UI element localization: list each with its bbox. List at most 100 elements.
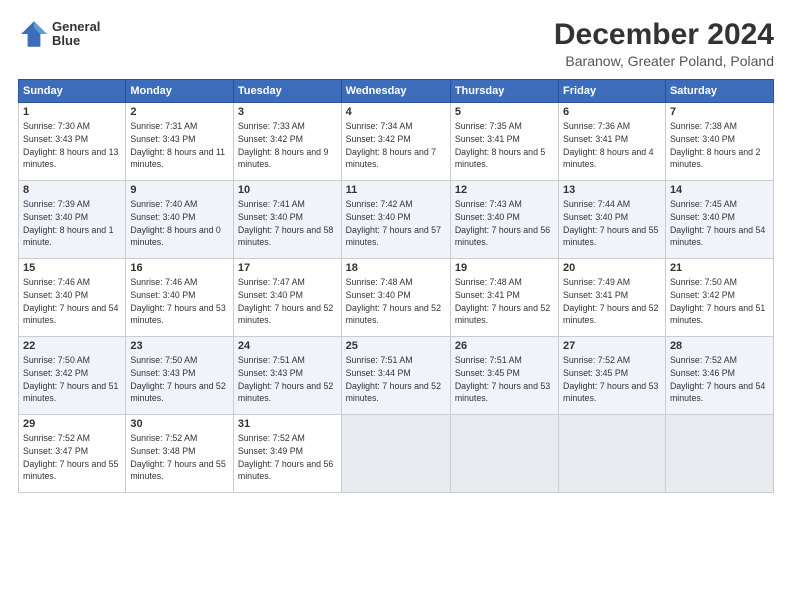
calendar-cell: 1 Sunrise: 7:30 AMSunset: 3:43 PMDayligh… [19,103,126,181]
day-info: Sunrise: 7:43 AMSunset: 3:40 PMDaylight:… [455,199,550,247]
day-info: Sunrise: 7:52 AMSunset: 3:47 PMDaylight:… [23,433,118,481]
calendar-header-row: SundayMondayTuesdayWednesdayThursdayFrid… [19,80,774,103]
calendar-week-2: 8 Sunrise: 7:39 AMSunset: 3:40 PMDayligh… [19,181,774,259]
day-info: Sunrise: 7:48 AMSunset: 3:41 PMDaylight:… [455,277,550,325]
day-info: Sunrise: 7:50 AMSunset: 3:42 PMDaylight:… [23,355,118,403]
day-info: Sunrise: 7:50 AMSunset: 3:43 PMDaylight:… [130,355,225,403]
calendar-cell: 13 Sunrise: 7:44 AMSunset: 3:40 PMDaylig… [559,181,666,259]
day-number: 25 [346,340,446,352]
calendar-cell: 6 Sunrise: 7:36 AMSunset: 3:41 PMDayligh… [559,103,666,181]
logo-text: General Blue [52,20,100,49]
calendar-cell: 10 Sunrise: 7:41 AMSunset: 3:40 PMDaylig… [233,181,341,259]
day-number: 22 [23,340,121,352]
calendar-cell [341,415,450,493]
day-info: Sunrise: 7:46 AMSunset: 3:40 PMDaylight:… [23,277,118,325]
day-info: Sunrise: 7:40 AMSunset: 3:40 PMDaylight:… [130,199,220,247]
calendar-cell: 28 Sunrise: 7:52 AMSunset: 3:46 PMDaylig… [665,337,773,415]
day-number: 18 [346,262,446,274]
day-number: 7 [670,106,769,118]
header-thursday: Thursday [450,80,558,103]
calendar-week-3: 15 Sunrise: 7:46 AMSunset: 3:40 PMDaylig… [19,259,774,337]
day-info: Sunrise: 7:41 AMSunset: 3:40 PMDaylight:… [238,199,333,247]
title-block: December 2024 Baranow, Greater Poland, P… [554,18,774,69]
day-number: 6 [563,106,661,118]
calendar-cell: 30 Sunrise: 7:52 AMSunset: 3:48 PMDaylig… [126,415,234,493]
day-number: 17 [238,262,337,274]
calendar-cell: 29 Sunrise: 7:52 AMSunset: 3:47 PMDaylig… [19,415,126,493]
day-info: Sunrise: 7:35 AMSunset: 3:41 PMDaylight:… [455,121,545,169]
day-info: Sunrise: 7:51 AMSunset: 3:43 PMDaylight:… [238,355,333,403]
day-number: 4 [346,106,446,118]
day-info: Sunrise: 7:48 AMSunset: 3:40 PMDaylight:… [346,277,441,325]
day-info: Sunrise: 7:39 AMSunset: 3:40 PMDaylight:… [23,199,113,247]
day-number: 3 [238,106,337,118]
day-number: 2 [130,106,229,118]
day-number: 11 [346,184,446,196]
calendar-week-1: 1 Sunrise: 7:30 AMSunset: 3:43 PMDayligh… [19,103,774,181]
day-number: 27 [563,340,661,352]
day-number: 1 [23,106,121,118]
day-number: 29 [23,418,121,430]
subtitle: Baranow, Greater Poland, Poland [554,53,774,69]
day-number: 20 [563,262,661,274]
calendar-cell: 24 Sunrise: 7:51 AMSunset: 3:43 PMDaylig… [233,337,341,415]
calendar-week-4: 22 Sunrise: 7:50 AMSunset: 3:42 PMDaylig… [19,337,774,415]
day-info: Sunrise: 7:45 AMSunset: 3:40 PMDaylight:… [670,199,765,247]
day-info: Sunrise: 7:52 AMSunset: 3:49 PMDaylight:… [238,433,333,481]
day-number: 12 [455,184,554,196]
day-info: Sunrise: 7:46 AMSunset: 3:40 PMDaylight:… [130,277,225,325]
calendar-cell: 18 Sunrise: 7:48 AMSunset: 3:40 PMDaylig… [341,259,450,337]
calendar-cell: 12 Sunrise: 7:43 AMSunset: 3:40 PMDaylig… [450,181,558,259]
day-info: Sunrise: 7:47 AMSunset: 3:40 PMDaylight:… [238,277,333,325]
calendar-cell: 22 Sunrise: 7:50 AMSunset: 3:42 PMDaylig… [19,337,126,415]
calendar-cell [450,415,558,493]
calendar-cell: 7 Sunrise: 7:38 AMSunset: 3:40 PMDayligh… [665,103,773,181]
header-monday: Monday [126,80,234,103]
day-info: Sunrise: 7:38 AMSunset: 3:40 PMDaylight:… [670,121,760,169]
day-number: 10 [238,184,337,196]
calendar-cell [665,415,773,493]
day-number: 30 [130,418,229,430]
day-info: Sunrise: 7:33 AMSunset: 3:42 PMDaylight:… [238,121,328,169]
day-info: Sunrise: 7:52 AMSunset: 3:46 PMDaylight:… [670,355,765,403]
calendar-cell: 25 Sunrise: 7:51 AMSunset: 3:44 PMDaylig… [341,337,450,415]
calendar-cell: 15 Sunrise: 7:46 AMSunset: 3:40 PMDaylig… [19,259,126,337]
calendar-cell: 20 Sunrise: 7:49 AMSunset: 3:41 PMDaylig… [559,259,666,337]
calendar-cell: 17 Sunrise: 7:47 AMSunset: 3:40 PMDaylig… [233,259,341,337]
day-number: 19 [455,262,554,274]
header-friday: Friday [559,80,666,103]
day-number: 15 [23,262,121,274]
header-sunday: Sunday [19,80,126,103]
logo: General Blue [18,18,100,50]
day-info: Sunrise: 7:34 AMSunset: 3:42 PMDaylight:… [346,121,436,169]
calendar-cell: 11 Sunrise: 7:42 AMSunset: 3:40 PMDaylig… [341,181,450,259]
day-info: Sunrise: 7:51 AMSunset: 3:44 PMDaylight:… [346,355,441,403]
day-info: Sunrise: 7:31 AMSunset: 3:43 PMDaylight:… [130,121,225,169]
day-number: 21 [670,262,769,274]
day-info: Sunrise: 7:50 AMSunset: 3:42 PMDaylight:… [670,277,765,325]
calendar-cell: 19 Sunrise: 7:48 AMSunset: 3:41 PMDaylig… [450,259,558,337]
calendar-cell [559,415,666,493]
header-tuesday: Tuesday [233,80,341,103]
day-number: 8 [23,184,121,196]
header: General Blue December 2024 Baranow, Grea… [18,18,774,69]
main-title: December 2024 [554,18,774,51]
header-wednesday: Wednesday [341,80,450,103]
day-info: Sunrise: 7:52 AMSunset: 3:48 PMDaylight:… [130,433,225,481]
day-info: Sunrise: 7:30 AMSunset: 3:43 PMDaylight:… [23,121,118,169]
calendar-cell: 26 Sunrise: 7:51 AMSunset: 3:45 PMDaylig… [450,337,558,415]
day-info: Sunrise: 7:51 AMSunset: 3:45 PMDaylight:… [455,355,550,403]
page: General Blue December 2024 Baranow, Grea… [0,0,792,612]
calendar-cell: 21 Sunrise: 7:50 AMSunset: 3:42 PMDaylig… [665,259,773,337]
day-number: 9 [130,184,229,196]
day-info: Sunrise: 7:36 AMSunset: 3:41 PMDaylight:… [563,121,653,169]
calendar-cell: 8 Sunrise: 7:39 AMSunset: 3:40 PMDayligh… [19,181,126,259]
calendar-table: SundayMondayTuesdayWednesdayThursdayFrid… [18,79,774,493]
day-info: Sunrise: 7:42 AMSunset: 3:40 PMDaylight:… [346,199,441,247]
calendar-cell: 2 Sunrise: 7:31 AMSunset: 3:43 PMDayligh… [126,103,234,181]
logo-icon [18,18,50,50]
calendar-cell: 9 Sunrise: 7:40 AMSunset: 3:40 PMDayligh… [126,181,234,259]
calendar-cell: 16 Sunrise: 7:46 AMSunset: 3:40 PMDaylig… [126,259,234,337]
header-saturday: Saturday [665,80,773,103]
day-number: 16 [130,262,229,274]
